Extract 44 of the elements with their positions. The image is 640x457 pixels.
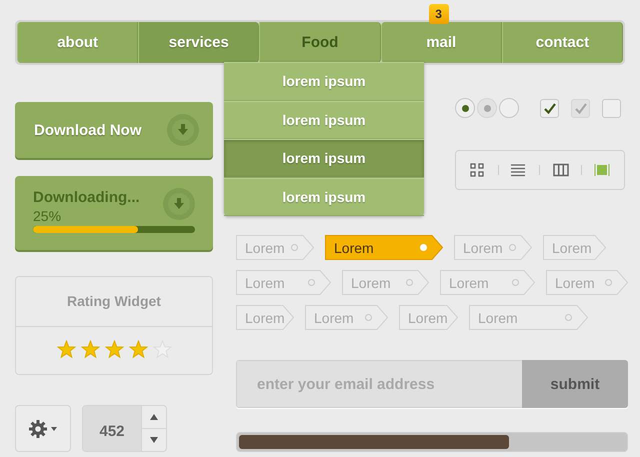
tag[interactable]: Lorem — [469, 305, 588, 330]
settings-button[interactable] — [15, 405, 71, 452]
tag[interactable]: Lorem — [325, 235, 443, 260]
nav-item[interactable]: contact — [502, 22, 624, 63]
tag[interactable]: Lorem — [399, 305, 458, 330]
nav-item[interactable]: Food — [259, 22, 381, 63]
tag[interactable]: Lorem — [543, 235, 606, 260]
star-icon[interactable] — [80, 340, 100, 359]
star-icon[interactable] — [56, 340, 76, 359]
checkbox[interactable] — [540, 98, 559, 118]
download-button[interactable]: Download Now — [15, 102, 213, 158]
download-status: Downloading... — [33, 188, 140, 207]
menu-item[interactable]: lorem ipsum — [224, 62, 424, 100]
radio-button[interactable] — [499, 98, 519, 118]
nav-item[interactable]: services — [138, 22, 260, 63]
tag[interactable]: Lorem — [454, 235, 532, 260]
gear-icon — [29, 420, 47, 438]
columns-view-icon[interactable] — [552, 163, 569, 177]
star-icon[interactable] — [128, 340, 148, 359]
submit-button[interactable]: submit — [522, 360, 628, 408]
tag[interactable]: Lorem — [546, 270, 628, 295]
tag[interactable]: Lorem — [236, 270, 331, 295]
tag[interactable]: Lorem — [236, 305, 294, 330]
tag[interactable]: Lorem — [342, 270, 429, 295]
slides-view-icon[interactable] — [594, 163, 610, 177]
rating-title: Rating Widget — [16, 277, 212, 327]
grid-view-icon[interactable] — [470, 163, 486, 177]
menu-item[interactable]: lorem ipsum — [224, 178, 424, 216]
radio-button[interactable] — [455, 98, 475, 118]
list-view-icon[interactable] — [511, 163, 528, 177]
tag[interactable]: Lorem — [236, 235, 314, 260]
checkbox[interactable] — [602, 98, 621, 118]
tag[interactable]: Lorem — [440, 270, 535, 295]
caret-icon — [51, 426, 57, 430]
menu-item[interactable]: lorem ipsum — [224, 139, 424, 178]
tag[interactable]: Lorem — [305, 305, 388, 330]
count-badge: 3 — [428, 4, 449, 24]
down-triangle-icon — [150, 437, 158, 443]
up-triangle-icon — [150, 414, 158, 420]
star-icon[interactable] — [104, 340, 124, 359]
nav-item[interactable]: mail — [380, 22, 502, 63]
number-field[interactable]: 452 — [83, 406, 141, 451]
nav-item[interactable]: about — [17, 22, 138, 63]
download-percent: 25% — [33, 207, 62, 226]
